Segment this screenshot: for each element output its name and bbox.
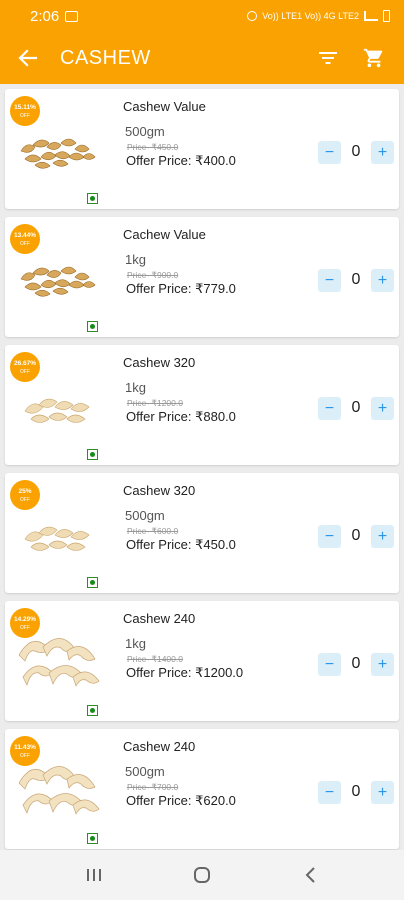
- status-indicators: Vo)) LTE1 Vo)) 4G LTE2: [247, 10, 390, 22]
- product-name: Cashew 320: [123, 483, 196, 498]
- system-back-button[interactable]: [290, 855, 330, 895]
- product-mrp: Price- ₹1400.0: [127, 654, 183, 664]
- product-image: [20, 266, 96, 297]
- product-card[interactable]: 13.44% OFF Cachew Value 1kg Price- ₹900.0…: [5, 217, 399, 337]
- product-weight: 500gm: [125, 508, 165, 523]
- product-offer-price: Offer Price: ₹1200.0: [126, 665, 244, 680]
- product-image: [24, 398, 90, 423]
- product-mrp: Price- ₹900.0: [127, 270, 179, 280]
- veg-indicator-icon: [87, 833, 98, 844]
- back-button[interactable]: [0, 32, 56, 84]
- increase-quantity-button[interactable]: +: [371, 269, 394, 292]
- product-image: [18, 766, 100, 815]
- increase-quantity-button[interactable]: +: [371, 653, 394, 676]
- quantity-value: 0: [351, 527, 361, 544]
- product-offer-price: Offer Price: ₹880.0: [126, 409, 236, 424]
- product-name: Cachew Value: [123, 227, 206, 242]
- veg-indicator-icon: [87, 193, 98, 204]
- home-icon: [194, 867, 210, 883]
- veg-indicator-icon: [87, 705, 98, 716]
- page-title: CASHEW: [60, 46, 151, 69]
- product-offer-price: Offer Price: ₹779.0: [126, 281, 236, 296]
- product-name: Cashew 240: [123, 611, 196, 626]
- increase-quantity-button[interactable]: +: [371, 525, 394, 548]
- veg-indicator-icon: [87, 449, 98, 460]
- product-weight: 500gm: [125, 764, 165, 779]
- product-image: [18, 638, 100, 687]
- decrease-quantity-button[interactable]: −: [318, 525, 341, 548]
- product-mrp: Price- ₹600.0: [127, 526, 179, 536]
- decrease-quantity-button[interactable]: −: [318, 269, 341, 292]
- recent-apps-icon: [87, 869, 101, 881]
- product-mrp: Price- ₹700.0: [127, 782, 179, 792]
- recent-apps-button[interactable]: [74, 855, 114, 895]
- arrow-left-icon: [18, 49, 38, 67]
- status-time: 2:06: [30, 7, 60, 25]
- increase-quantity-button[interactable]: +: [371, 397, 394, 420]
- quantity-value: 0: [351, 655, 361, 672]
- product-image: [24, 526, 90, 551]
- decrease-quantity-button[interactable]: −: [318, 141, 341, 164]
- alarm-icon: [247, 11, 258, 21]
- product-weight: 1kg: [125, 252, 146, 267]
- product-weight: 1kg: [125, 380, 146, 395]
- quantity-value: 0: [351, 271, 361, 288]
- product-list[interactable]: 15.11% OFF Cashew Value 500gm Price- ₹450…: [0, 84, 404, 850]
- increase-quantity-button[interactable]: +: [371, 781, 394, 804]
- decrease-quantity-button[interactable]: −: [318, 397, 341, 420]
- product-card[interactable]: 26.67% OFF Cashew 320 1kg Price- ₹1200.0 …: [5, 345, 399, 465]
- product-offer-price: Offer Price: ₹450.0: [126, 537, 236, 552]
- product-name: Cashew 320: [123, 355, 196, 370]
- chevron-left-icon: [305, 867, 315, 883]
- home-button[interactable]: [182, 855, 222, 895]
- product-card[interactable]: 11.43% OFF Cashew 240 500gm Price- ₹700.0…: [5, 729, 399, 849]
- product-weight: 500gm: [125, 124, 165, 139]
- filter-button[interactable]: [308, 38, 348, 78]
- increase-quantity-button[interactable]: +: [371, 141, 394, 164]
- quantity-value: 0: [351, 399, 361, 416]
- product-offer-price: Offer Price: ₹400.0: [126, 153, 236, 168]
- product-image: [20, 138, 96, 169]
- product-card[interactable]: 14.29% OFF Cashew 240 1kg Price- ₹1400.0 …: [5, 601, 399, 721]
- cart-button[interactable]: [354, 38, 394, 78]
- signal-icon: [364, 11, 378, 21]
- network-labels: Vo)) LTE1 Vo)) 4G LTE2: [262, 11, 359, 21]
- cart-icon: [363, 48, 383, 68]
- product-card[interactable]: 25% OFF Cashew 320 500gm Price- ₹600.0 Of…: [5, 473, 399, 593]
- battery-icon: [383, 10, 390, 22]
- gallery-icon: [65, 10, 79, 22]
- quantity-value: 0: [351, 783, 361, 800]
- app-bar: CASHEW: [0, 32, 404, 84]
- product-mrp: Price- ₹1200.0: [127, 398, 183, 408]
- product-name: Cashew 240: [123, 739, 196, 754]
- quantity-value: 0: [351, 143, 361, 160]
- decrease-quantity-button[interactable]: −: [318, 781, 341, 804]
- product-mrp: Price- ₹450.0: [127, 142, 179, 152]
- product-card[interactable]: 15.11% OFF Cashew Value 500gm Price- ₹450…: [5, 89, 399, 209]
- product-name: Cashew Value: [123, 99, 206, 114]
- product-weight: 1kg: [125, 636, 146, 651]
- status-bar: 2:06 Vo)) LTE1 Vo)) 4G LTE2: [0, 0, 404, 32]
- product-offer-price: Offer Price: ₹620.0: [126, 793, 236, 808]
- veg-indicator-icon: [87, 321, 98, 332]
- decrease-quantity-button[interactable]: −: [318, 653, 341, 676]
- veg-indicator-icon: [87, 577, 98, 588]
- system-navigation-bar: [0, 850, 404, 900]
- filter-icon: [319, 52, 337, 64]
